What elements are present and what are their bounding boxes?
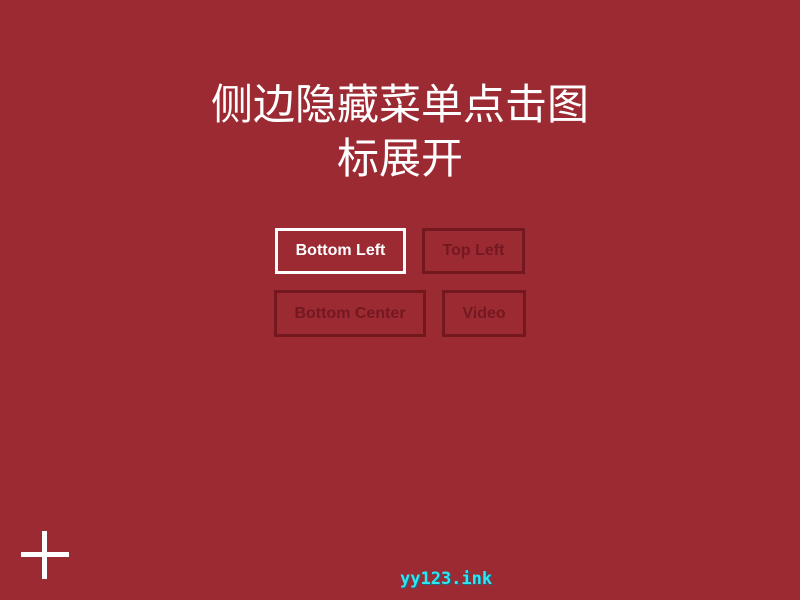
menu-toggle-button[interactable]: [20, 530, 70, 580]
page-title: 侧边隐藏菜单点击图 标展开: [0, 78, 800, 186]
top-left-button[interactable]: Top Left: [422, 228, 525, 274]
page-title-line-2: 标展开: [336, 134, 463, 183]
bottom-left-button[interactable]: Bottom Left: [275, 228, 406, 274]
bottom-center-button[interactable]: Bottom Center: [274, 290, 426, 337]
page-title-line-1: 侧边隐藏菜单点击图: [210, 80, 589, 129]
video-button[interactable]: Video: [442, 290, 526, 337]
watermark: yy123.ink: [400, 569, 493, 589]
